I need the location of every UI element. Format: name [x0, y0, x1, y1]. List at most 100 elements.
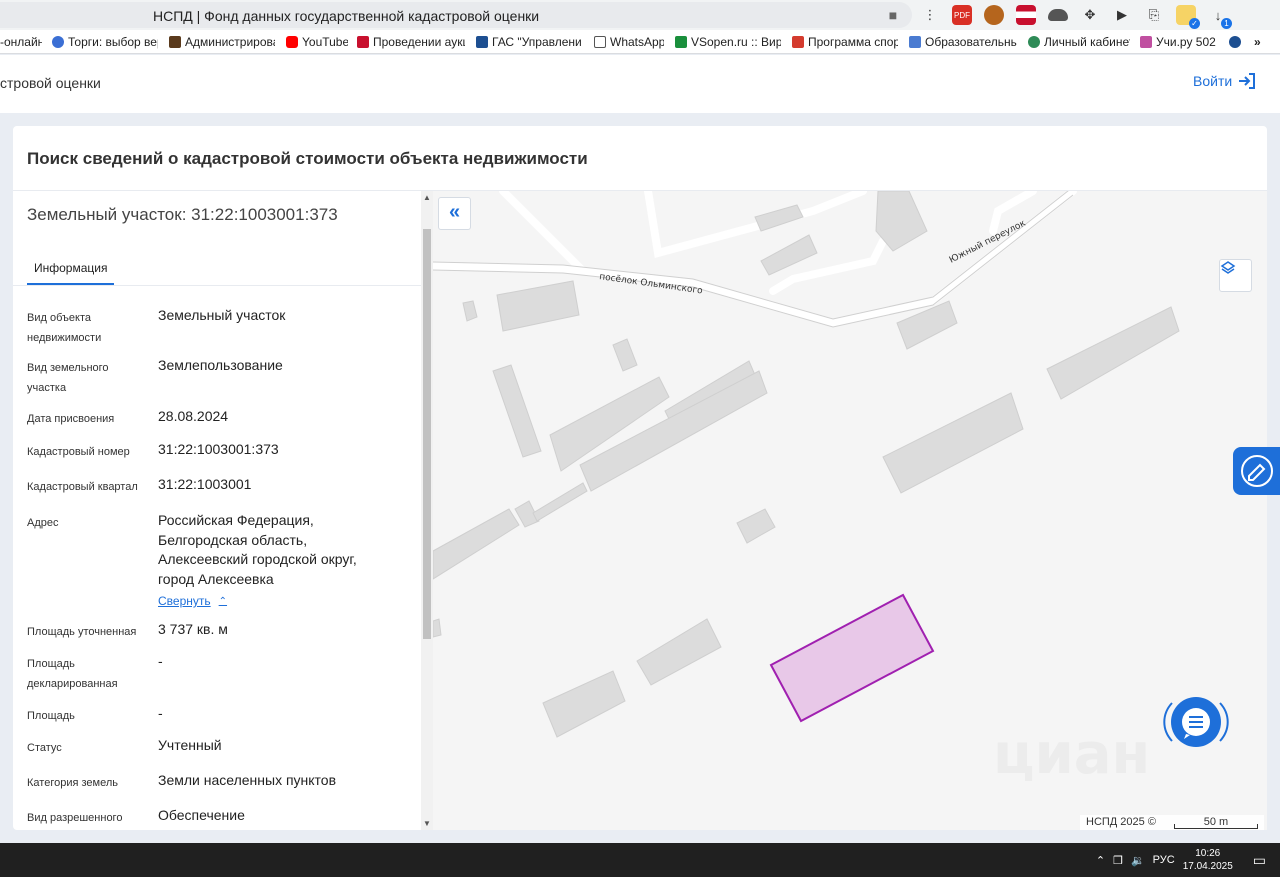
- shield-icon: [476, 36, 488, 48]
- bookmark-label: Личный кабинет: [1044, 35, 1130, 49]
- more-bookmarks-button[interactable]: »: [1254, 34, 1268, 50]
- scroll-down-icon[interactable]: ▼: [423, 819, 431, 828]
- bookmark-icon[interactable]: ■: [885, 7, 901, 23]
- bookmark-item[interactable]: YouTube: [286, 34, 348, 50]
- row-label: Площадь: [27, 710, 75, 722]
- row-value: Учтенный: [158, 737, 222, 753]
- attribution-text: НСПД 2025 ©: [1086, 816, 1156, 828]
- layers-icon: [1220, 261, 1236, 274]
- bookmarks-bar: -онлайн Торги: выбор вер Администрирова …: [0, 30, 1280, 54]
- page-icon: [594, 36, 606, 48]
- language-indicator[interactable]: РУС: [1153, 854, 1175, 866]
- chevron-up-icon[interactable]: ⌃: [1096, 854, 1105, 867]
- tab-information[interactable]: Информация: [27, 255, 115, 285]
- feedback-side-tab[interactable]: [1233, 447, 1280, 495]
- snowflake-icon: [52, 36, 64, 48]
- login-button[interactable]: Войти: [1193, 73, 1256, 89]
- media-play-icon[interactable]: ▶: [1112, 5, 1132, 25]
- collapse-link[interactable]: Свернуть ⌃: [158, 594, 227, 608]
- row-label: Вид разрешенного: [27, 812, 123, 824]
- layers-button[interactable]: [1219, 259, 1252, 292]
- scroll-up-icon[interactable]: ▲: [423, 193, 431, 202]
- scroll-thumb[interactable]: [423, 229, 431, 639]
- bookmark-item[interactable]: Программа спорт: [792, 34, 898, 50]
- clock[interactable]: 10:26 17.04.2025: [1183, 847, 1233, 873]
- notification-icon[interactable]: ▭: [1253, 852, 1266, 869]
- reading-list-icon[interactable]: ⎘: [1144, 5, 1164, 25]
- rts-icon: [357, 36, 369, 48]
- row-label: Адрес: [27, 517, 59, 529]
- map-attribution: НСПД 2025 © 50 m: [1080, 815, 1264, 830]
- map-view[interactable]: посёлок Ольминского Южный переулок циан …: [433, 191, 1267, 830]
- clock-date: 17.04.2025: [1182, 861, 1233, 872]
- cadastral-parcel[interactable]: [769, 593, 935, 723]
- youtube-icon: [286, 36, 298, 48]
- bookmark-item[interactable]: Проведении аукц: [357, 34, 465, 50]
- row-label: Площадь уточненная: [27, 626, 137, 638]
- panel-scrollbar[interactable]: ▲ ▼: [421, 191, 433, 830]
- bookmark-item[interactable]: Торги: выбор вер: [52, 34, 158, 50]
- image-icon: [909, 36, 921, 48]
- bookmark-label: Проведении аукц: [373, 35, 465, 49]
- bookmark-label: ГАС "Управление": [492, 35, 582, 49]
- search-card: Поиск сведений о кадастровой стоимости о…: [13, 126, 1267, 830]
- clock-time: 10:26: [1195, 848, 1221, 859]
- bookmark-label: Программа спорт: [808, 35, 898, 49]
- login-icon: [1239, 73, 1256, 89]
- avatar-extension-icon[interactable]: [984, 5, 1004, 25]
- row-value: 31:22:1003001: [158, 476, 252, 492]
- bookmark-item[interactable]: Администрирова: [169, 34, 275, 50]
- address-bar[interactable]: НСПД | Фонд данных государственной кадас…: [0, 2, 912, 28]
- row-label: Дата присвоения: [27, 413, 115, 425]
- watermark-text: циан: [993, 722, 1150, 787]
- bookmark-item[interactable]: WhatsApp: [594, 34, 664, 50]
- bookmark-item[interactable]: Образовательны: [909, 34, 1017, 50]
- login-label: Войти: [1193, 73, 1233, 89]
- row-value: 3 737 кв. м: [158, 621, 228, 637]
- bookmark-item[interactable]: Учи.ру 502 Б: [1140, 34, 1220, 50]
- network-icon[interactable]: ❒: [1113, 854, 1123, 867]
- bookmark-label: Администрирова: [185, 35, 275, 49]
- bookmark-label: Образовательны: [925, 35, 1017, 49]
- chevron-up-icon: ⌃: [218, 595, 228, 607]
- divider: [13, 285, 433, 286]
- card-title: Поиск сведений о кадастровой стоимости о…: [27, 149, 588, 168]
- bookmark-item[interactable]: VSopen.ru :: Вирту: [675, 34, 781, 50]
- chat-button[interactable]: [1160, 689, 1232, 755]
- os-taskbar: ⌃ ❒ 🔉 РУС 10:26 17.04.2025 ▭: [0, 843, 1280, 877]
- bookmark-item[interactable]: Личный кабинет: [1028, 34, 1130, 50]
- map-extension-icon[interactable]: ✓: [1176, 5, 1200, 29]
- pdf-extension-icon[interactable]: PDF: [952, 5, 972, 25]
- leaf-icon: [675, 36, 687, 48]
- bookmark-item[interactable]: -онлайн: [0, 34, 42, 50]
- bookmark-item[interactable]: ГАС "Управление": [476, 34, 582, 50]
- flag-extension-icon[interactable]: [1016, 5, 1036, 25]
- volume-icon[interactable]: 🔉: [1131, 854, 1145, 867]
- page-title-in-omnibox: НСПД | Фонд данных государственной кадас…: [153, 8, 540, 24]
- puzzle-icon[interactable]: ✥: [1080, 5, 1100, 25]
- globe-icon: [1028, 36, 1040, 48]
- menu-dots-icon[interactable]: ⋮: [920, 5, 940, 25]
- hat-extension-icon[interactable]: [1048, 9, 1068, 21]
- collapse-label: Свернуть: [158, 594, 211, 608]
- downloads-icon[interactable]: ↓ 1: [1208, 5, 1232, 29]
- row-value: Землепользование: [158, 357, 283, 373]
- collapse-panel-button[interactable]: «: [438, 197, 471, 230]
- bookmark-item[interactable]: [1229, 34, 1245, 50]
- row-value: -: [158, 653, 163, 669]
- row-label: Вид земельного участка: [27, 362, 109, 394]
- row-label: Кадастровый квартал: [27, 481, 138, 493]
- bookmark-label: -онлайн: [0, 35, 42, 49]
- map-canvas: посёлок Ольминского Южный переулок циан: [433, 191, 1180, 787]
- row-value: 28.08.2024: [158, 408, 229, 424]
- row-label: Кадастровый номер: [27, 446, 130, 458]
- row-value: 31:22:1003001:373: [158, 441, 279, 457]
- row-label: Статус: [27, 742, 62, 754]
- check-badge-icon: ✓: [1189, 18, 1200, 29]
- row-value: Земельный участок: [158, 307, 286, 323]
- bookmark-label: VSopen.ru :: Вирту: [691, 35, 781, 49]
- bookmark-label: Учи.ру 502 Б: [1156, 35, 1220, 49]
- map-pen-icon: [1240, 455, 1273, 487]
- bookmark-label: WhatsApp: [610, 35, 664, 49]
- row-label: Категория земель: [27, 777, 118, 789]
